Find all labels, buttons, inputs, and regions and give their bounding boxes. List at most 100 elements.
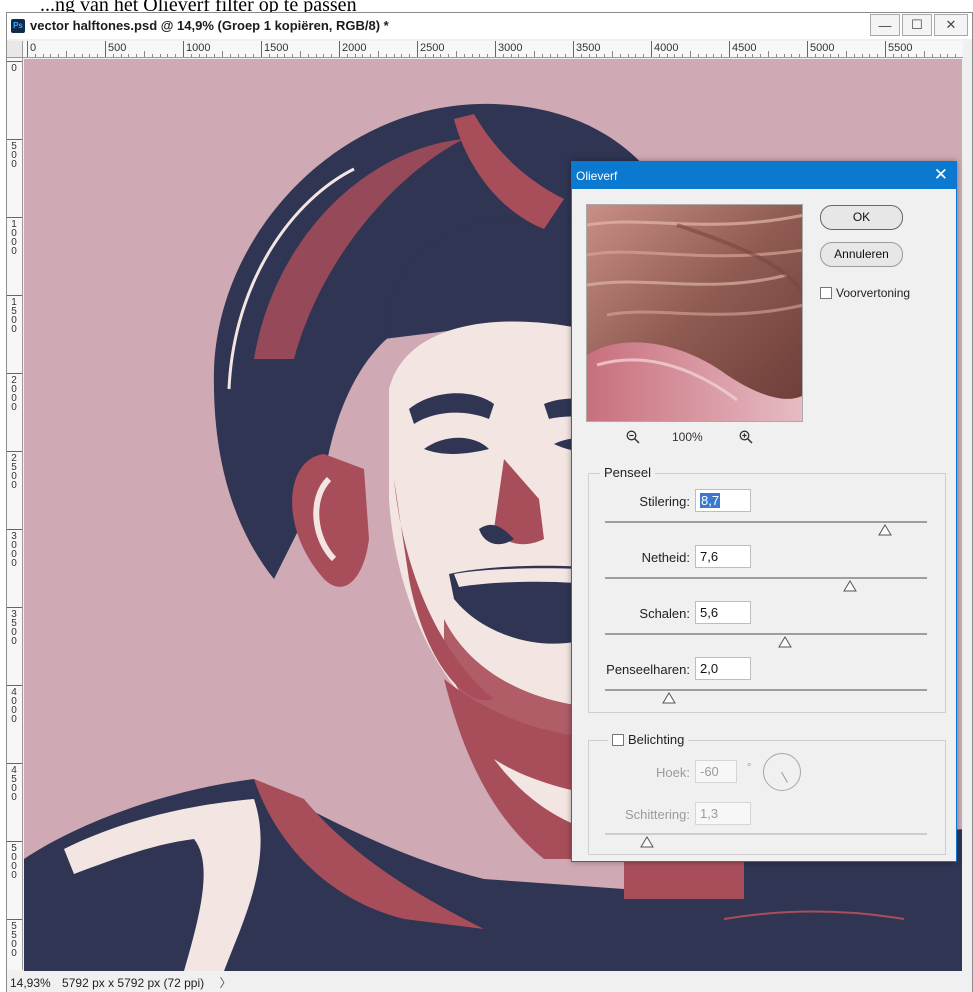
scale-label: Schalen:: [639, 606, 690, 621]
zoom-out-icon[interactable]: [626, 430, 640, 447]
ruler-h-minor-tick: [229, 54, 231, 57]
ruler-h-minor-tick: [409, 54, 411, 57]
scale-slider-track[interactable]: [605, 633, 927, 635]
ruler-v-label: 2500: [11, 453, 17, 491]
ruler-h-minor-tick: [565, 54, 567, 57]
status-menu-arrow-icon[interactable]: 〉: [220, 976, 232, 990]
ruler-v-major-tick: [7, 607, 22, 608]
shine-input[interactable]: 1,3: [695, 802, 751, 825]
ruler-v-label: 3000: [11, 531, 17, 569]
close-button[interactable]: ✕: [934, 14, 968, 36]
ruler-h-minor-tick: [385, 54, 387, 57]
ruler-h-major-tick: [105, 41, 106, 57]
cancel-button[interactable]: Annuleren: [820, 242, 903, 267]
document-titlebar[interactable]: Ps vector halftones.psd @ 14,9% (Groep 1…: [7, 13, 972, 39]
ruler-h-minor-tick: [175, 54, 177, 57]
ruler-h-minor-tick: [814, 54, 816, 57]
dialog-titlebar[interactable]: Olieverf ✕: [572, 162, 956, 189]
ruler-h-minor-tick: [924, 51, 925, 57]
stylization-input[interactable]: 8,7: [695, 489, 751, 512]
ruler-h-major-tick: [807, 41, 808, 57]
ruler-h-minor-tick: [627, 54, 629, 57]
preview-zoom-controls: 100%: [622, 428, 782, 448]
filter-preview[interactable]: [586, 204, 803, 422]
ruler-h-label: 5500: [888, 42, 913, 54]
cleanliness-slider-track[interactable]: [605, 577, 927, 579]
lighting-checkbox[interactable]: [612, 734, 624, 746]
bristle-detail-slider-track[interactable]: [605, 689, 927, 691]
ruler-h-label: 2000: [342, 42, 367, 54]
zoom-in-icon[interactable]: [739, 430, 753, 447]
ruler-h-minor-tick: [120, 54, 122, 57]
ruler-v-major-tick: [7, 919, 22, 920]
vertical-scrollbar[interactable]: [962, 59, 972, 971]
ruler-h-minor-tick: [510, 54, 512, 57]
ruler-h-minor-tick: [378, 51, 379, 57]
ruler-h-minor-tick: [783, 54, 785, 57]
dialog-close-icon[interactable]: ✕: [934, 165, 948, 185]
ruler-h-minor-tick: [97, 54, 99, 57]
ruler-h-minor-tick: [674, 54, 676, 57]
ruler-h-minor-tick: [705, 54, 707, 57]
ruler-v-label: 5000: [11, 843, 17, 881]
ruler-h-minor-tick: [908, 54, 910, 57]
preview-swirl-image: [587, 205, 802, 421]
ruler-h-minor-tick: [869, 54, 871, 57]
ruler-v-major-tick: [7, 61, 22, 62]
ok-button[interactable]: OK: [820, 205, 903, 230]
ruler-h-minor-tick: [744, 54, 746, 57]
bristle-detail-label: Penseelharen:: [606, 662, 690, 677]
ruler-h-major-tick: [729, 41, 730, 57]
ruler-h-minor-tick: [331, 54, 333, 57]
ruler-h-minor-tick: [190, 54, 192, 57]
lighting-group-label: Belichting: [628, 732, 685, 747]
ruler-h-minor-tick: [292, 54, 294, 57]
ruler-h-major-tick: [885, 41, 886, 57]
ruler-h-major-tick: [27, 41, 28, 57]
ruler-h-minor-tick: [253, 54, 255, 57]
brush-group-label: Penseel: [600, 465, 655, 480]
ruler-h-minor-tick: [580, 54, 582, 57]
ruler-h-minor-tick: [300, 51, 301, 57]
shine-slider-track[interactable]: [605, 833, 927, 835]
ruler-h-minor-tick: [456, 51, 457, 57]
ruler-origin[interactable]: [7, 41, 23, 58]
ruler-h-minor-tick: [42, 54, 44, 57]
ruler-v-label: 0: [11, 63, 17, 74]
angle-input[interactable]: -60: [695, 760, 737, 783]
ruler-h-minor-tick: [73, 54, 75, 57]
ruler-h-minor-tick: [846, 51, 847, 57]
vertical-ruler[interactable]: 0 500 1000 1500 2000 2500 3000 3500 4000 4500 5000…: [7, 58, 23, 970]
preview-checkbox[interactable]: [820, 287, 832, 299]
ruler-h-minor-tick: [128, 54, 130, 57]
preview-toggle[interactable]: Voorvertoning: [820, 286, 910, 300]
ruler-v-major-tick: [7, 529, 22, 530]
ruler-h-minor-tick: [245, 54, 247, 57]
scale-input[interactable]: 5,6: [695, 601, 751, 624]
ruler-h-minor-tick: [853, 54, 855, 57]
ruler-h-minor-tick: [721, 54, 723, 57]
stylization-slider-track[interactable]: [605, 521, 927, 523]
ruler-h-minor-tick: [931, 54, 933, 57]
preview-checkbox-label: Voorvertoning: [836, 286, 911, 300]
ruler-h-minor-tick: [955, 54, 957, 57]
ruler-h-minor-tick: [206, 54, 208, 57]
zoom-level-field[interactable]: 14,93%: [10, 976, 51, 990]
ruler-h-minor-tick: [861, 54, 863, 57]
angle-dial[interactable]: [763, 753, 801, 791]
ruler-h-minor-tick: [502, 54, 504, 57]
minimize-button[interactable]: —: [870, 14, 900, 36]
lighting-toggle[interactable]: Belichting: [608, 732, 689, 747]
bristle-detail-input[interactable]: 2,0: [695, 657, 751, 680]
ruler-h-minor-tick: [526, 54, 528, 57]
status-bar: 14,93% 5792 px x 5792 px (72 ppi) 〉: [7, 971, 972, 992]
cleanliness-input[interactable]: 7,6: [695, 545, 751, 568]
cleanliness-label: Netheid:: [641, 550, 690, 565]
document-title: vector halftones.psd @ 14,9% (Groep 1 ko…: [30, 18, 389, 33]
horizontal-ruler[interactable]: 0 500 1000 1500 2000 2500 3000 3500 4000 4500 5000…: [23, 41, 963, 58]
dialog-title: Olieverf: [576, 169, 618, 183]
ruler-h-label: 3000: [498, 42, 523, 54]
ruler-v-label: 4000: [11, 687, 17, 725]
maximize-button[interactable]: ☐: [902, 14, 932, 36]
ruler-h-minor-tick: [112, 54, 114, 57]
